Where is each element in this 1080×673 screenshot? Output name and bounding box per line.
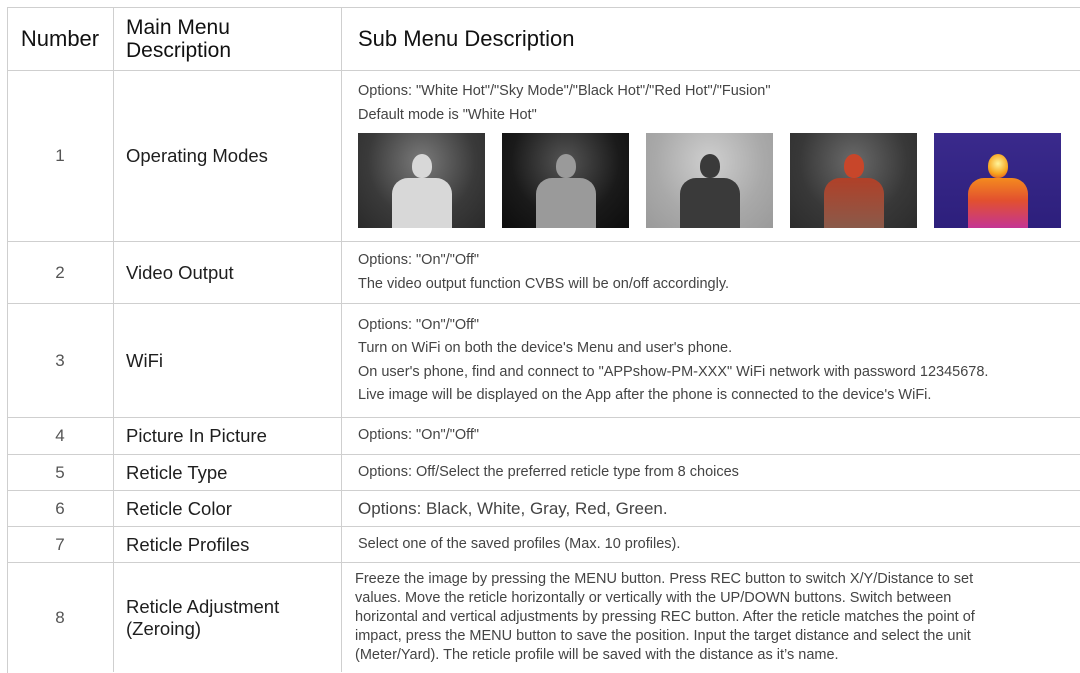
table-row: 1 Operating Modes Options: "White Hot"/"… — [7, 71, 1080, 242]
row-sub-line: impact, press the MENU button to save th… — [355, 628, 971, 644]
row-sub: Options: Black, White, Gray, Red, Green. — [342, 491, 1080, 526]
row-number: 7 — [55, 534, 65, 554]
row-sub: Freeze the image by pressing the MENU bu… — [342, 563, 1080, 672]
row-sub-line: Select one of the saved profiles (Max. 1… — [358, 535, 681, 552]
row-sub-line: Options: Off/Select the preferred reticl… — [358, 463, 739, 480]
row-sub: Options: Off/Select the preferred reticl… — [342, 455, 1080, 490]
header-main-line2: Description — [126, 38, 232, 62]
row-number: 6 — [55, 498, 65, 518]
row-sub-line: Options: "White Hot"/"Sky Mode"/"Black H… — [358, 83, 771, 99]
row-sub-line: Options: "On"/"Off" — [358, 252, 480, 268]
row-sub: Options: "On"/"Off" — [342, 418, 1080, 454]
black-hot-preview — [646, 133, 773, 228]
person-figure — [534, 154, 598, 228]
column-divider — [341, 7, 342, 672]
row-sub-line: Default mode is "White Hot" — [358, 106, 537, 123]
table-header-row: Number Main Menu Description Sub Menu De… — [7, 7, 1080, 71]
row-sub: Options: "White Hot"/"Sky Mode"/"Black H… — [342, 71, 1080, 241]
person-figure — [822, 154, 886, 228]
header-main-line1: Main Menu — [126, 15, 230, 39]
row-main: Reticle Adjustment (Zeroing) — [114, 563, 341, 672]
table-row: 8 Reticle Adjustment (Zeroing) Freeze th… — [7, 563, 1080, 672]
red-hot-preview — [790, 133, 917, 228]
table-row: 2 Video Output Options: "On"/"Off" The v… — [7, 242, 1080, 304]
row-sub: Options: "On"/"Off" Turn on WiFi on both… — [342, 304, 1080, 417]
table-row: 6 Reticle Color Options: Black, White, G… — [7, 491, 1080, 527]
row-sub-line: Options: "On"/"Off" — [358, 427, 480, 444]
header-number: Number — [20, 25, 100, 51]
row-sub-line: Turn on WiFi on both the device's Menu a… — [358, 340, 733, 356]
table-row: 4 Picture In Picture Options: "On"/"Off" — [7, 418, 1080, 455]
row-sub-line: Live image will be displayed on the App … — [358, 387, 932, 403]
row-main: Reticle Color — [126, 497, 232, 519]
row-main: WiFi — [126, 349, 163, 371]
row-sub-line: values. Move the reticle horizontally or… — [355, 590, 952, 606]
person-figure — [390, 154, 454, 228]
row-main: Video Output — [126, 261, 234, 283]
row-sub: Options: "On"/"Off" The video output fun… — [342, 242, 1080, 303]
row-sub-line: Options: Black, White, Gray, Red, Green. — [358, 498, 668, 518]
row-sub-line: (Meter/Yard). The reticle profile will b… — [355, 647, 839, 663]
row-sub-line: Options: "On"/"Off" — [358, 316, 480, 333]
sky-mode-preview — [502, 133, 629, 228]
row-main: Operating Modes — [126, 145, 268, 166]
row-main: Picture In Picture — [126, 425, 267, 446]
mode-preview-strip — [358, 133, 1061, 228]
row-sub-line: On user's phone, find and connect to "AP… — [358, 363, 989, 380]
person-figure — [678, 154, 742, 228]
row-number: 1 — [55, 146, 65, 165]
row-number: 8 — [55, 607, 65, 627]
row-number: 3 — [55, 350, 65, 370]
fusion-preview — [934, 133, 1061, 228]
row-main: Reticle Type — [126, 461, 228, 483]
table-row: 5 Reticle Type Options: Off/Select the p… — [7, 455, 1080, 491]
table-row: 7 Reticle Profiles Select one of the sav… — [7, 527, 1080, 563]
row-number: 2 — [55, 262, 65, 282]
row-main: Reticle Profiles — [126, 533, 250, 555]
header-sub-menu: Sub Menu Description — [358, 25, 575, 51]
row-main-line1: Reticle Adjustment — [126, 595, 280, 617]
row-sub-line: The video output function CVBS will be o… — [358, 275, 730, 292]
column-divider — [113, 7, 114, 672]
person-figure — [966, 154, 1030, 228]
menu-table: Number Main Menu Description Sub Menu De… — [0, 0, 1080, 673]
row-number: 4 — [55, 426, 65, 445]
header-main-menu: Main Menu Description — [114, 7, 341, 70]
row-number: 5 — [55, 462, 65, 482]
row-sub-line: Freeze the image by pressing the MENU bu… — [355, 571, 974, 587]
row-sub-line: horizontal and vertical adjustments by p… — [355, 609, 975, 625]
white-hot-preview — [358, 133, 485, 228]
table-row: 3 WiFi Options: "On"/"Off" Turn on WiFi … — [7, 304, 1080, 418]
row-main-line2: (Zeroing) — [126, 617, 202, 639]
row-sub: Select one of the saved profiles (Max. 1… — [342, 527, 1080, 562]
